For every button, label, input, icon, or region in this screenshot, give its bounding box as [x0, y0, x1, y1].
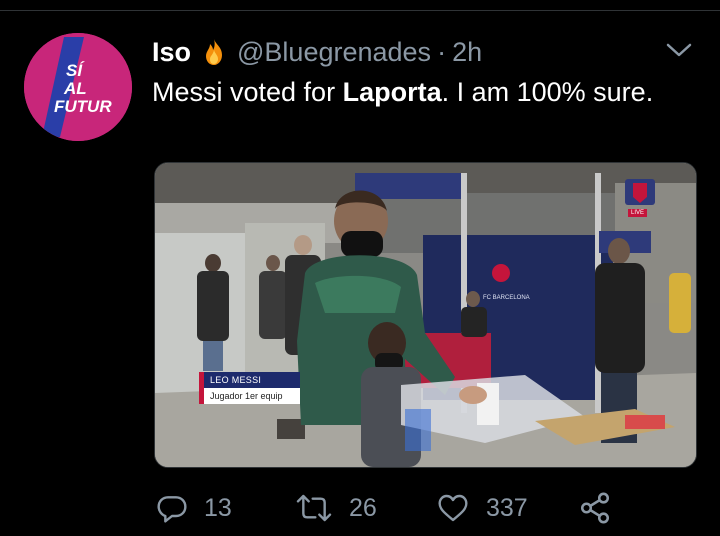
retweet-button[interactable]: 26: [295, 486, 377, 530]
backdrop-text: FC BARCELONA: [483, 295, 530, 301]
lower-third-role: Jugador 1er equip: [199, 388, 300, 404]
lower-third: LEO MESSI Jugador 1er equip: [199, 372, 300, 404]
tweet-text-bold: Laporta: [342, 77, 442, 107]
like-button[interactable]: 337: [436, 486, 528, 530]
divider: [0, 10, 720, 11]
reply-count: 13: [204, 493, 232, 522]
user-handle[interactable]: @Bluegrenades: [237, 37, 431, 68]
retweet-icon: [296, 494, 332, 522]
tweet-text: Messi voted for Laporta. I am 100% sure.: [152, 74, 672, 111]
tweet-text-after: . I am 100% sure.: [441, 77, 654, 107]
avatar-line-3: FUTUR: [54, 97, 112, 116]
reply-icon: [157, 496, 187, 523]
avatar[interactable]: SÍ AL FUTUR: [24, 33, 132, 141]
display-name[interactable]: Iso: [152, 37, 191, 68]
tweet-text-before: Messi voted for: [152, 77, 343, 107]
like-icon: [438, 494, 468, 522]
avatar-line-2: AL: [63, 79, 87, 98]
share-button[interactable]: [578, 486, 628, 530]
tweet[interactable]: SÍ AL FUTUR Iso @Bluegrenades · 2h Messi…: [0, 0, 720, 536]
separator-dot: ·: [437, 36, 447, 67]
like-count: 337: [486, 493, 528, 522]
timestamp[interactable]: 2h: [452, 37, 482, 68]
tweet-header: Iso @Bluegrenades · 2h: [152, 34, 482, 70]
lower-third-name: LEO MESSI: [199, 372, 300, 388]
action-bar: 13 26 337: [152, 486, 622, 530]
retweet-count: 26: [349, 493, 377, 522]
live-badge: LIVE: [628, 209, 648, 217]
tweet-media-image[interactable]: FC BARCELONA LIVE LEO MESSI Jugador 1er …: [154, 162, 697, 468]
reply-button[interactable]: 13: [156, 486, 232, 530]
chevron-down-icon[interactable]: [664, 38, 694, 62]
fire-icon: [201, 38, 227, 66]
share-icon: [580, 492, 610, 524]
